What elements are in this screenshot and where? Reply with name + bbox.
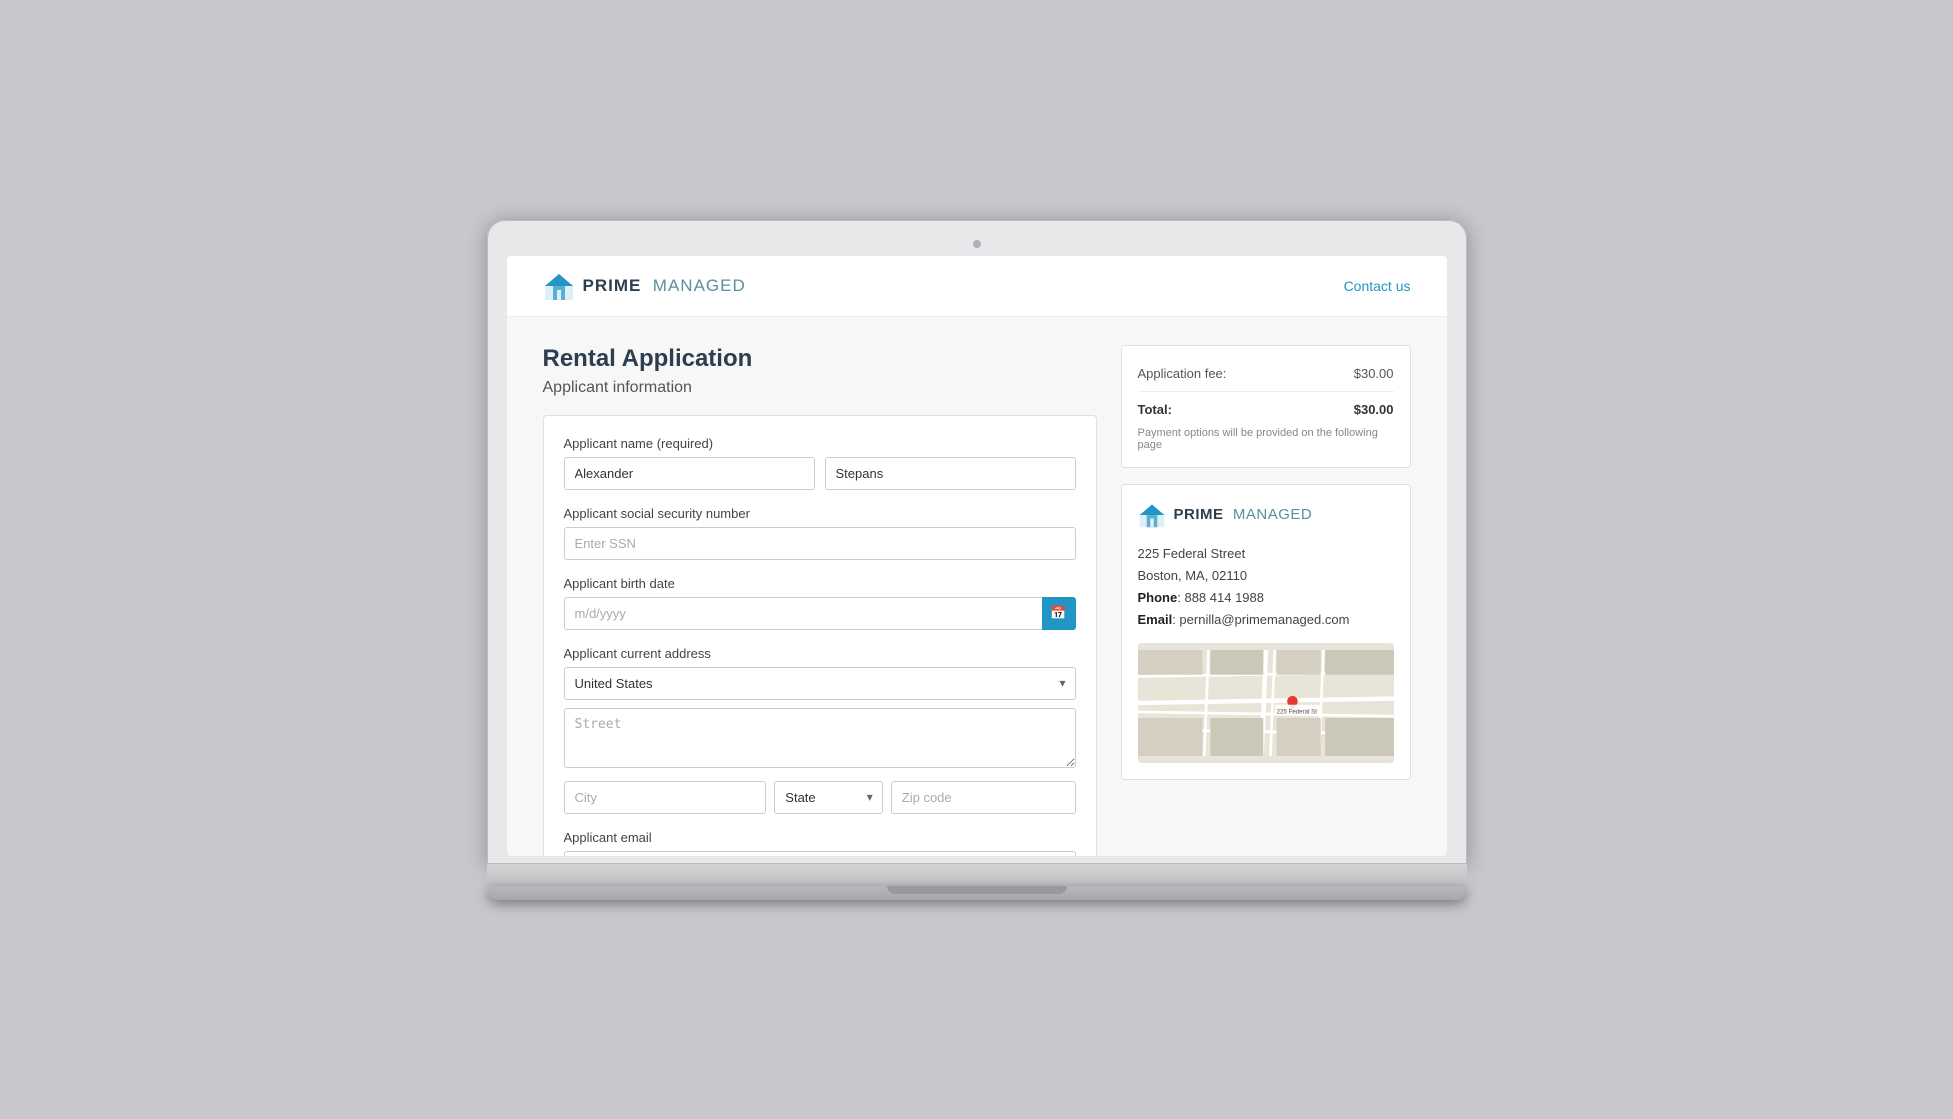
- email-input-wrapper: ✉: [564, 851, 1076, 856]
- ssn-label: Applicant social security number: [564, 506, 1076, 521]
- name-field-row: [564, 457, 1076, 490]
- office-prime: PRIME: [1174, 506, 1224, 523]
- office-address-line1: 225 Federal Street: [1138, 543, 1394, 565]
- app-fee-row: Application fee: $30.00: [1138, 362, 1394, 385]
- laptop-wrapper: PRIME MANAGED Contact us Rental Applicat…: [487, 220, 1467, 900]
- section-title: Applicant information: [543, 379, 1097, 397]
- app-fee-value: $30.00: [1354, 366, 1394, 381]
- email-input[interactable]: [564, 851, 1076, 856]
- logo-prime: PRIME: [583, 276, 642, 295]
- birth-date-group: Applicant birth date 📅: [564, 576, 1076, 630]
- ssn-input[interactable]: [564, 527, 1076, 560]
- zip-input[interactable]: [891, 781, 1076, 814]
- calendar-icon: 📅: [1050, 605, 1066, 621]
- contact-link[interactable]: Contact us: [1344, 278, 1411, 294]
- birth-date-input-wrapper: 📅: [564, 597, 1076, 630]
- birth-date-input[interactable]: [564, 597, 1076, 630]
- first-name-input[interactable]: [564, 457, 815, 490]
- country-select[interactable]: United States Canada Mexico: [564, 667, 1076, 700]
- total-label: Total:: [1138, 402, 1172, 417]
- applicant-name-label: Applicant name (required): [564, 436, 1076, 451]
- office-logo: PRIME MANAGED: [1138, 501, 1394, 529]
- office-address-line2: Boston, MA, 02110: [1138, 565, 1394, 587]
- email-group: Applicant email ✉: [564, 830, 1076, 856]
- office-phone-value: 888 414 1988: [1184, 590, 1264, 605]
- laptop-camera: [973, 240, 981, 248]
- logo-managed: MANAGED: [653, 276, 746, 295]
- logo-icon: [543, 270, 575, 302]
- office-logo-text: PRIME MANAGED: [1174, 506, 1313, 523]
- laptop-base: [487, 864, 1467, 886]
- right-column: Application fee: $30.00 Total: $30.00 Pa…: [1121, 345, 1411, 856]
- office-logo-icon: [1138, 501, 1166, 529]
- address-label: Applicant current address: [564, 646, 1076, 661]
- map-svg: 225 Federal St: [1138, 643, 1394, 763]
- page-title: Rental Application: [543, 345, 1097, 373]
- app-header: PRIME MANAGED Contact us: [507, 256, 1447, 317]
- country-select-wrapper: United States Canada Mexico: [564, 667, 1076, 700]
- office-email-label: Email: [1138, 612, 1173, 627]
- fee-card: Application fee: $30.00 Total: $30.00 Pa…: [1121, 345, 1411, 468]
- app-fee-label: Application fee:: [1138, 366, 1227, 381]
- laptop-foot-notch: [887, 886, 1067, 894]
- office-managed: MANAGED: [1233, 506, 1312, 523]
- office-email-value: pernilla@primemanaged.com: [1179, 612, 1349, 627]
- office-email: Email: pernilla@primemanaged.com: [1138, 609, 1394, 631]
- laptop-foot: [487, 886, 1467, 900]
- total-value: $30.00: [1354, 402, 1394, 417]
- state-select-wrapper: State MA NY CA TX: [774, 781, 882, 814]
- ssn-group: Applicant social security number: [564, 506, 1076, 560]
- applicant-name-group: Applicant name (required): [564, 436, 1076, 490]
- address-bottom-row: State MA NY CA TX: [564, 781, 1076, 814]
- svg-text:225 Federal St: 225 Federal St: [1276, 708, 1317, 715]
- map-placeholder: 225 Federal St: [1138, 643, 1394, 763]
- address-group: Applicant current address United States …: [564, 646, 1076, 814]
- fee-note: Payment options will be provided on the …: [1138, 427, 1394, 451]
- office-phone-label: Phone: [1138, 590, 1178, 605]
- birth-date-label: Applicant birth date: [564, 576, 1076, 591]
- app-body: Rental Application Applicant information…: [507, 317, 1447, 856]
- calendar-button[interactable]: 📅: [1042, 597, 1076, 630]
- last-name-input[interactable]: [825, 457, 1076, 490]
- laptop-screen: PRIME MANAGED Contact us Rental Applicat…: [507, 256, 1447, 856]
- logo-area: PRIME MANAGED: [543, 270, 746, 302]
- office-info: 225 Federal Street Boston, MA, 02110 Pho…: [1138, 543, 1394, 631]
- laptop-bezel: PRIME MANAGED Contact us Rental Applicat…: [487, 220, 1467, 864]
- form-column: Rental Application Applicant information…: [543, 345, 1097, 856]
- city-input[interactable]: [564, 781, 767, 814]
- logo-text: PRIME MANAGED: [583, 276, 746, 296]
- state-select[interactable]: State MA NY CA TX: [774, 781, 882, 814]
- form-card: Applicant name (required) Applicant soci…: [543, 415, 1097, 856]
- office-phone: Phone: 888 414 1988: [1138, 587, 1394, 609]
- fee-divider: [1138, 391, 1394, 392]
- total-row: Total: $30.00: [1138, 398, 1394, 421]
- street-textarea[interactable]: [564, 708, 1076, 768]
- email-label: Applicant email: [564, 830, 1076, 845]
- office-card: PRIME MANAGED 225 Federal Street Boston,…: [1121, 484, 1411, 780]
